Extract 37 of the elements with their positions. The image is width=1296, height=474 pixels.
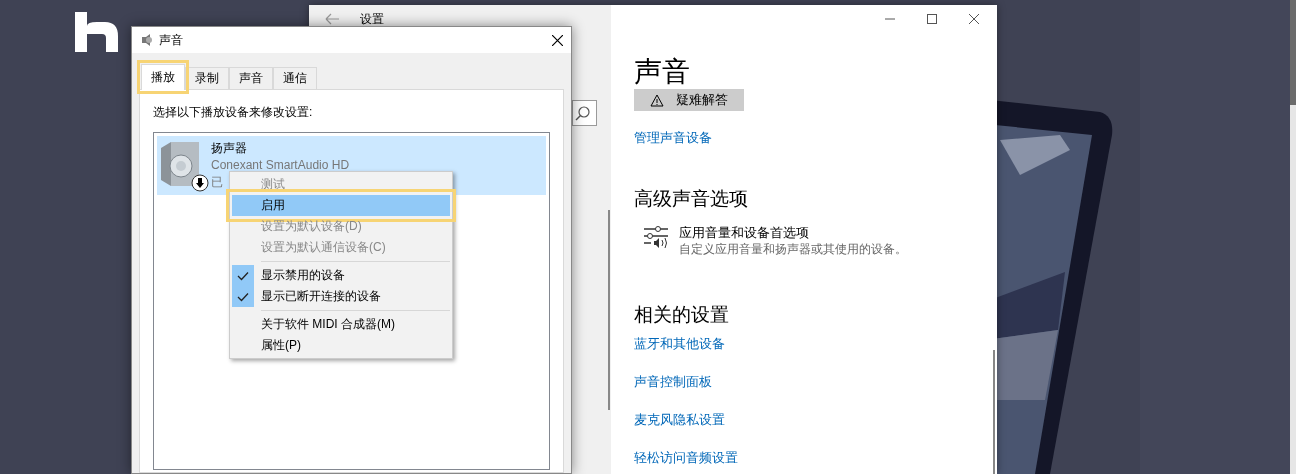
page-title: 声音 [634,55,690,89]
scrollbar[interactable] [993,350,995,474]
menu-item[interactable]: 显示禁用的设备 [232,265,450,286]
speaker-icon [161,142,199,186]
sliders-icon [644,225,669,249]
instruction-text: 选择以下播放设备来修改设置: [153,104,314,120]
warning-icon [650,93,664,107]
dialog-title: 声音 [159,31,183,49]
menu-item[interactable]: 关于软件 MIDI 合成器(M) [232,314,450,335]
link[interactable]: 声音控制面板 [634,373,738,391]
logo-icon [75,12,118,52]
link[interactable]: 轻松访问音频设置 [634,449,738,467]
speaker-icon [140,33,153,47]
search-icon [575,105,590,121]
tab[interactable]: 录制 [185,67,229,89]
close-icon[interactable] [552,34,563,46]
setting-title[interactable]: 应用音量和设备首选项 [679,225,907,241]
tab[interactable]: 通信 [273,67,317,89]
back-icon[interactable] [325,13,340,25]
search-field[interactable] [572,100,597,126]
scrollbar[interactable] [608,210,610,410]
tab[interactable]: 声音 [229,67,273,89]
link[interactable]: 蓝牙和其他设备 [634,335,738,353]
section-heading: 高级声音选项 [634,187,748,211]
setting-description: 自定义应用音量和扬声器或其使用的设备。 [679,241,907,258]
menu-item[interactable]: 属性(P) [232,335,450,356]
close-icon[interactable] [969,14,979,24]
link[interactable]: 麦克风隐私设置 [634,411,738,429]
device-status: 已 [211,174,223,191]
device-name: 扬声器 [211,140,247,157]
maximize-icon[interactable] [927,14,937,24]
section-heading: 相关的设置 [634,303,730,327]
troubleshoot-button[interactable]: 疑难解答 [634,89,744,111]
device-driver: Conexant SmartAudio HD [211,157,350,174]
link[interactable]: 管理声音设备 [634,129,712,147]
menu-item[interactable]: 显示已断开连接的设备 [232,286,450,307]
window-title: 设置 [360,10,384,28]
